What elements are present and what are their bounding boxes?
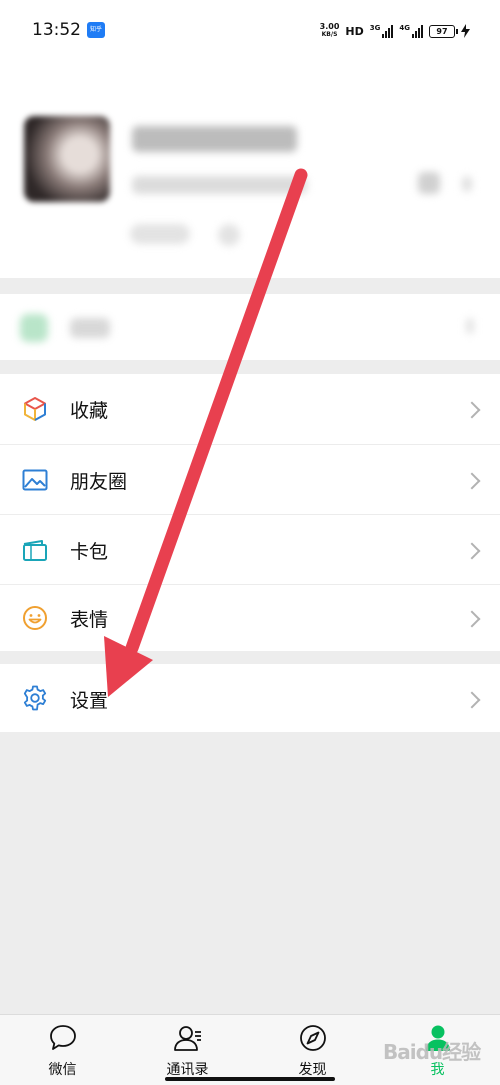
tab-contacts-label: 通讯录 xyxy=(166,1062,209,1078)
battery-icon: 97 xyxy=(429,24,458,38)
settings-chevron-icon xyxy=(463,691,481,709)
moments-chevron-icon xyxy=(463,472,481,490)
favorites-cube-icon xyxy=(24,397,46,421)
favorites-chevron-icon xyxy=(463,401,481,419)
tab-chats-label: 微信 xyxy=(48,1062,77,1078)
stickers-chevron-icon xyxy=(463,610,481,628)
avatar[interactable] xyxy=(24,116,110,202)
menu-item-cards[interactable]: 卡包 xyxy=(0,515,500,584)
settings-label: 设置 xyxy=(70,690,109,712)
menu-item-settings[interactable]: 设置 xyxy=(0,664,500,732)
wechat-id-blurred xyxy=(132,176,307,194)
moments-label: 朋友圈 xyxy=(70,471,128,493)
status-bar: 13:52 知乎 3.00 KB/S HD 3G 4G 97 xyxy=(0,0,500,60)
home-indicator[interactable] xyxy=(165,1077,335,1081)
tab-contacts[interactable]: 通讯录 xyxy=(125,1015,250,1085)
baidu-jingyan-watermark: Baidu经验 xyxy=(383,1040,481,1064)
qr-code-icon[interactable] xyxy=(418,172,440,194)
signal-3g-icon: 3G xyxy=(370,24,394,38)
tab-chats[interactable]: 微信 xyxy=(0,1015,125,1085)
status-time: 13:52 xyxy=(32,20,81,40)
compass-icon xyxy=(299,1025,326,1051)
tab-discover[interactable]: 发现 xyxy=(250,1015,375,1085)
menu-item-stickers[interactable]: 表情 xyxy=(0,585,500,651)
moments-image-icon xyxy=(22,469,48,491)
menu-item-favorites[interactable]: 收藏 xyxy=(0,374,500,444)
network-speed-value: 3.00 xyxy=(319,22,340,31)
services-chevron-icon xyxy=(466,318,474,334)
services-label-blurred xyxy=(70,318,110,338)
status-add-icon[interactable] xyxy=(218,224,240,246)
favorites-label: 收藏 xyxy=(70,400,109,422)
tab-discover-label: 发现 xyxy=(298,1062,327,1078)
cards-label: 卡包 xyxy=(70,541,109,563)
settings-gear-icon xyxy=(23,685,47,711)
zhihu-notification-icon: 知乎 xyxy=(87,22,105,38)
network-speed-unit: KB/S xyxy=(321,31,338,38)
sticker-smile-icon xyxy=(23,606,47,630)
hd-indicator: HD xyxy=(345,24,364,38)
services-row[interactable] xyxy=(0,294,500,360)
profile-chevron-icon xyxy=(462,176,472,192)
charging-icon xyxy=(461,24,470,38)
network-speed: 3.00 KB/S xyxy=(320,23,340,39)
signal-3g-label: 3G xyxy=(369,24,381,32)
stickers-label: 表情 xyxy=(70,609,109,631)
cards-chevron-icon xyxy=(463,542,481,560)
signal-4g-icon: 4G xyxy=(399,24,423,38)
profile-card[interactable] xyxy=(0,60,500,278)
nickname-blurred xyxy=(132,126,297,152)
contacts-icon xyxy=(173,1026,201,1051)
status-pill-blurred[interactable] xyxy=(130,224,190,244)
signal-4g-label: 4G xyxy=(399,24,410,32)
status-indicators: 3.00 KB/S HD 3G 4G 97 xyxy=(320,20,470,42)
services-icon xyxy=(20,314,48,342)
chat-bubble-icon xyxy=(49,1025,76,1050)
card-wallet-icon xyxy=(23,540,47,561)
menu-item-moments[interactable]: 朋友圈 xyxy=(0,445,500,514)
